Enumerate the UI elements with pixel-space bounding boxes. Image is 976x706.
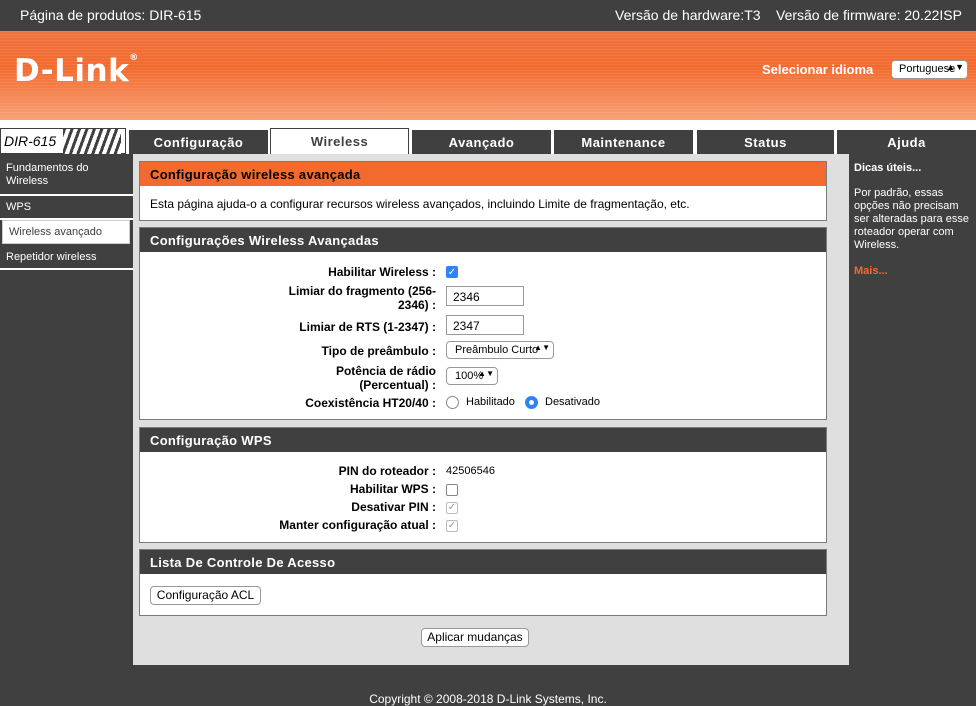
enable-wireless-label: Habilitar Wireless : [328,265,436,279]
advanced-settings-title: Configurações Wireless Avançadas [140,228,826,252]
language-label: Selecionar idioma [762,62,874,77]
top-info-bar: Página de produtos: DIR-615 Versão de ha… [0,0,976,31]
sidebar-item-wps[interactable]: WPS [0,196,133,220]
wps-title: Configuração WPS [140,428,826,452]
keep-config-label: Manter configuração atual : [279,518,436,532]
tab-avancado[interactable]: Avançado [412,130,551,154]
coexistence-disabled-radio[interactable] [525,396,538,409]
sidebar-item-fundamentos[interactable]: Fundamentos do Wireless [0,160,133,196]
language-select[interactable]: Portuguese ▲▼ [891,60,968,79]
frag-threshold-label: Limiar do fragmento (256-2346) : [288,284,436,312]
model-label: DIR-615 [4,133,57,149]
disable-pin-label: Desativar PIN : [351,500,436,514]
preamble-type-label: Tipo de preâmbulo : [321,344,436,358]
intro-title: Configuração wireless avançada [140,162,826,186]
disable-pin-checkbox[interactable]: ✓ [446,502,458,514]
main-content: Configuração wireless avançada Esta pági… [133,154,849,665]
wps-section: Configuração WPS PIN do roteador : 42506… [139,427,827,543]
radio-power-label: Potência de rádio (Percentual) : [335,364,436,392]
tab-ajuda[interactable]: Ajuda [837,130,976,154]
helpful-hints-panel: Dicas úteis... Por padrão, essas opções … [849,154,976,665]
firmware-version-label: Versão de firmware: 20.22ISP [776,7,962,23]
tab-maintenance[interactable]: Maintenance [554,130,693,154]
router-pin-value: 42506546 [446,465,495,477]
acl-config-button[interactable]: Configuração ACL [150,586,261,605]
advanced-settings-section: Configurações Wireless Avançadas Habilit… [139,227,827,420]
product-page-label: Página de produtos: DIR-615 [20,7,202,23]
keep-config-checkbox[interactable]: ✓ [446,520,458,532]
nav-row: DIR-615 Configuração Wireless Avançado M… [0,120,976,155]
frag-threshold-input[interactable]: 2346 [446,286,524,306]
rts-threshold-label: Limiar de RTS (1-2347) : [299,320,436,334]
hints-body: Por padrão, essas opções não precisam se… [854,187,969,251]
sidebar-item-wireless-avancado[interactable]: Wireless avançado [2,220,130,244]
enable-wps-checkbox[interactable] [446,484,458,496]
enable-wireless-checkbox[interactable]: ✓ [446,266,458,278]
updown-arrow-icon: ▲▼ [534,343,550,352]
enable-wps-label: Habilitar WPS : [349,482,436,496]
router-pin-label: PIN do roteador : [338,464,436,478]
updown-arrow-icon: ▲▼ [946,62,964,72]
intro-text: Esta página ajuda-o a configurar recurso… [150,197,690,211]
coexistence-enabled-label: Habilitado [466,396,515,408]
coexistence-enabled-radio[interactable] [446,396,459,409]
model-box: DIR-615 [0,128,126,155]
copyright-text: Copyright © 2008-2018 D-Link Systems, In… [369,692,607,706]
coexistence-disabled-label: Desativado [545,396,601,408]
sidebar-item-repetidor[interactable]: Repetidor wireless [0,246,133,270]
hints-title: Dicas úteis... [854,162,922,174]
decorative-slashes [63,129,121,155]
acl-title: Lista De Controle De Acesso [140,550,826,574]
acl-section: Lista De Controle De Acesso Configuração… [139,549,827,616]
footer: Copyright © 2008-2018 D-Link Systems, In… [0,665,976,706]
tab-status[interactable]: Status [697,130,834,154]
preamble-type-select[interactable]: Preâmbulo Curto ▲▼ [446,341,554,359]
brand-header: D-Link® Selecionar idioma Portuguese ▲▼ [0,31,976,120]
hints-more-link[interactable]: Mais... [854,265,888,277]
dlink-logo: D-Link® [14,53,139,89]
hardware-version-label: Versão de hardware:T3 [615,7,761,23]
radio-power-select[interactable]: 100% ▲▼ [446,367,498,385]
tab-configuracao[interactable]: Configuração [129,130,268,154]
tab-wireless[interactable]: Wireless [270,128,409,154]
updown-arrow-icon: ▲▼ [478,369,494,378]
apply-changes-button[interactable]: Aplicar mudanças [421,628,529,647]
coexistence-label: Coexistência HT20/40 : [305,396,436,410]
left-sidebar: Fundamentos do Wireless WPS Wireless ava… [0,154,133,665]
intro-section: Configuração wireless avançada Esta pági… [139,161,827,221]
rts-threshold-input[interactable]: 2347 [446,315,524,335]
